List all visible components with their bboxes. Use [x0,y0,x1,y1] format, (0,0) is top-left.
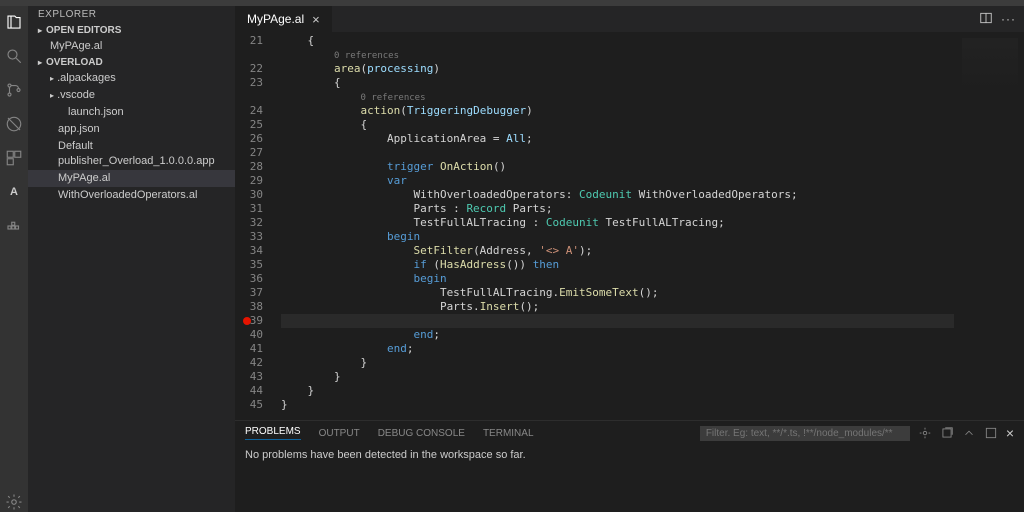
bottom-panel: PROBLEMS OUTPUT DEBUG CONSOLE TERMINAL ×… [235,420,1024,512]
panel-tab-problems[interactable]: PROBLEMS [245,426,301,440]
code-line[interactable]: begin [281,230,954,244]
settings-gear-icon[interactable] [4,492,24,512]
code-line[interactable]: } [281,370,954,384]
code-editor[interactable]: { 0 references area(processing) { 0 refe… [281,32,954,420]
panel-tab-debug[interactable]: DEBUG CONSOLE [378,428,465,439]
sidebar-title: EXPLORER [28,6,235,23]
explorer-icon[interactable] [4,12,24,32]
close-icon[interactable]: × [312,12,320,27]
code-line[interactable]: area(processing) [281,62,954,76]
code-line[interactable]: } [281,356,954,370]
code-line[interactable]: 0 references [281,90,954,104]
explorer-sidebar: EXPLORER ▸ OPEN EDITORS MyPAge.al ▸ OVERLO… [28,6,235,512]
more-icon[interactable]: ··· [1001,12,1016,26]
code-line[interactable]: { [281,118,954,132]
al-ext-icon[interactable]: A [4,182,24,202]
panel-message: No problems have been detected in the wo… [235,445,1024,512]
chevron-down-icon: ▸ [38,58,42,67]
breakpoint-icon[interactable] [243,317,251,325]
open-editor-item[interactable]: MyPAge.al [28,38,235,55]
code-line[interactable]: } [281,384,954,398]
code-line[interactable]: end; [281,342,954,356]
workspace-label: OVERLOAD [46,57,103,68]
editor-area: MyPAge.al × ··· 212223242526272829303132… [235,6,1024,512]
tree-item[interactable]: app.json [28,121,235,138]
tree-item[interactable]: WithOverloadedOperators.al [28,187,235,204]
split-editor-icon[interactable] [979,11,993,28]
tree-item[interactable]: MyPAge.al [28,170,235,187]
source-control-icon[interactable] [4,80,24,100]
workspace-head[interactable]: ▸ OVERLOAD [28,55,235,70]
code-line[interactable]: trigger OnAction() [281,160,954,174]
code-line[interactable]: WithOverloadedOperators: Codeunit WithOv… [281,188,954,202]
editor-tabs-bar: MyPAge.al × ··· [235,6,1024,32]
code-line[interactable]: 0 references [281,48,954,62]
open-editors-label: OPEN EDITORS [46,25,121,36]
panel-tab-terminal[interactable]: TERMINAL [483,428,534,439]
tree-folder[interactable]: ▸ .vscode [28,87,235,104]
tab-label: MyPAge.al [247,12,304,26]
code-line[interactable]: TestFullALTracing : Codeunit TestFullALT… [281,216,954,230]
code-line[interactable]: { [281,34,954,48]
tree-folder[interactable]: ▸ .alpackages [28,70,235,87]
search-icon[interactable] [4,46,24,66]
code-line[interactable]: Parts : Record Parts; [281,202,954,216]
tree-item[interactable]: launch.json [28,104,235,121]
minimap[interactable] [954,32,1024,420]
activity-bar: A [0,6,28,512]
chevron-up-icon[interactable] [962,426,976,440]
code-line[interactable]: TestFullALTracing.EmitSomeText(); [281,286,954,300]
extensions-icon[interactable] [4,148,24,168]
code-line[interactable]: action(TriggeringDebugger) [281,104,954,118]
editor-tab[interactable]: MyPAge.al × [235,6,333,32]
debug-icon[interactable] [4,114,24,134]
code-line[interactable] [281,146,954,160]
chevron-down-icon: ▸ [38,26,42,35]
gear-icon[interactable] [918,426,932,440]
minimap-overlay [962,38,1018,128]
panel-filter-input[interactable] [700,426,910,441]
code-line[interactable]: SetFilter(Address, '<> A'); [281,244,954,258]
code-line[interactable]: begin [281,272,954,286]
code-line[interactable]: Parts.Insert(); [281,300,954,314]
code-line[interactable]: var [281,174,954,188]
open-editors-head[interactable]: ▸ OPEN EDITORS [28,23,235,38]
code-line[interactable]: { [281,76,954,90]
docker-icon[interactable] [4,216,24,236]
code-line[interactable]: } [281,398,954,412]
line-gutter[interactable]: 2122232425262728293031323334353637383940… [235,32,281,420]
tree-item[interactable]: Default publisher_Overload_1.0.0.0.app [28,138,235,170]
maximize-icon[interactable] [984,426,998,440]
code-line[interactable]: end; [281,328,954,342]
panel-tab-output[interactable]: OUTPUT [319,428,360,439]
close-icon[interactable]: × [1006,425,1014,441]
panel-tabs: PROBLEMS OUTPUT DEBUG CONSOLE TERMINAL × [235,421,1024,445]
new-window-icon[interactable] [940,426,954,440]
code-line[interactable]: if (HasAddress()) then [281,258,954,272]
code-line[interactable]: ApplicationArea = All; [281,132,954,146]
